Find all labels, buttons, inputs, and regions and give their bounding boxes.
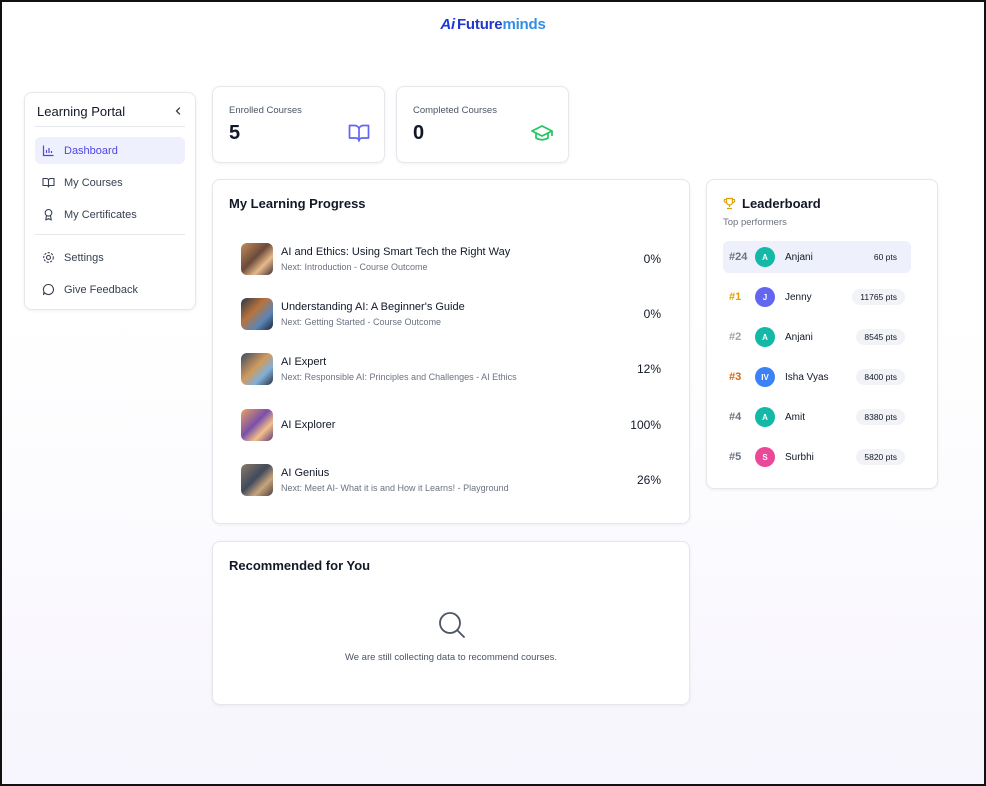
leaderboard-row: #3 IV Isha Vyas 8400 pts [723, 361, 911, 393]
avatar: A [755, 247, 775, 267]
logo-text-minds: minds [502, 16, 546, 33]
course-thumbnail [241, 464, 273, 496]
search-icon [437, 610, 467, 645]
rank: #5 [729, 451, 742, 463]
points-badge: 11765 pts [852, 289, 905, 305]
player-name: Jenny [785, 291, 812, 303]
sidebar-title: Learning Portal [37, 104, 126, 119]
avatar: IV [755, 367, 775, 387]
top-bar: Ai Future minds [2, 16, 984, 34]
logo-ai-mark: Ai [440, 16, 455, 33]
course-next-lesson: Next: Responsible AI: Principles and Cha… [281, 372, 517, 382]
sidebar-item-label: My Certificates [64, 208, 137, 221]
sidebar-item-give-feedback[interactable]: Give Feedback [35, 276, 185, 303]
card-title: My Learning Progress [229, 196, 366, 211]
course-thumbnail [241, 409, 273, 441]
course-row-understanding-ai[interactable]: Understanding AI: A Beginner's Guide Nex… [241, 294, 661, 334]
course-name: AI Explorer [281, 419, 336, 431]
leaderboard-header: Leaderboard [723, 196, 921, 211]
book-open-icon [348, 123, 370, 148]
card-title: Recommended for You [229, 558, 371, 573]
rank: #4 [729, 411, 742, 423]
sidebar-divider [35, 234, 185, 235]
course-name: Understanding AI: A Beginner's Guide [281, 301, 465, 313]
avatar: J [755, 287, 775, 307]
message-icon [41, 283, 55, 297]
course-next-lesson: Next: Getting Started - Course Outcome [281, 317, 442, 327]
points-badge: 60 pts [873, 252, 897, 262]
points-badge: 8400 pts [856, 369, 905, 385]
gear-icon [41, 251, 55, 265]
stat-label: Enrolled Courses [229, 105, 302, 116]
avatar: A [755, 327, 775, 347]
logo-text-future: Future [456, 16, 503, 33]
sidebar-item-my-courses[interactable]: My Courses [35, 169, 185, 196]
sidebar-item-label: My Courses [64, 176, 123, 189]
points-badge: 8380 pts [856, 409, 905, 425]
course-progress-percent: 0% [643, 252, 661, 266]
player-name: Surbhi [785, 451, 814, 463]
stat-label: Completed Courses [413, 105, 497, 116]
sidebar-item-settings[interactable]: Settings [35, 244, 185, 271]
enrolled-courses-card: Enrolled Courses 5 [212, 86, 385, 163]
sidebar-item-label: Settings [64, 251, 104, 264]
course-row-ai-expert[interactable]: AI Expert Next: Responsible AI: Principl… [241, 349, 661, 389]
course-name: AI Expert [281, 356, 327, 368]
leaderboard-title: Leaderboard [742, 196, 821, 211]
rank: #2 [729, 331, 742, 343]
book-icon [41, 176, 55, 190]
course-name: AI and Ethics: Using Smart Tech the Righ… [281, 246, 511, 258]
points-badge: 8545 pts [856, 329, 905, 345]
course-name: AI Genius [281, 467, 330, 479]
course-row-ai-genius[interactable]: AI Genius Next: Meet AI- What it is and … [241, 460, 661, 500]
leaderboard-card: Leaderboard Top performers #24 A Anjani … [706, 179, 938, 489]
trophy-icon [723, 197, 736, 210]
sidebar-item-my-certificates[interactable]: My Certificates [35, 201, 185, 228]
course-progress-percent: 100% [630, 418, 661, 432]
course-row-ai-and-ethics[interactable]: AI and Ethics: Using Smart Tech the Righ… [241, 239, 661, 279]
sidebar-item-label: Give Feedback [64, 283, 138, 296]
course-progress-percent: 0% [643, 307, 661, 321]
course-thumbnail [241, 298, 273, 330]
sidebar: Learning Portal Dashboard My Courses My … [24, 92, 196, 310]
sidebar-item-dashboard[interactable]: Dashboard [35, 137, 185, 164]
course-progress-percent: 12% [636, 362, 661, 376]
points-badge: 5820 pts [856, 449, 905, 465]
course-thumbnail [241, 243, 273, 275]
rank: #24 [729, 251, 748, 263]
learning-progress-card: My Learning Progress AI and Ethics: Usin… [212, 179, 690, 524]
sidebar-header: Learning Portal [35, 103, 185, 127]
leaderboard-row-current-user: #24 A Anjani 60 pts [723, 241, 911, 273]
rank: #1 [729, 291, 742, 303]
completed-courses-card: Completed Courses 0 [396, 86, 569, 163]
course-next-lesson: Next: Meet AI- What it is and How it Lea… [281, 483, 509, 493]
sidebar-item-label: Dashboard [64, 144, 118, 157]
player-name: Anjani [785, 331, 813, 343]
avatar: A [755, 407, 775, 427]
futureminds-logo[interactable]: Ai Future minds [440, 16, 545, 33]
leaderboard-row: #1 J Jenny 11765 pts [723, 281, 911, 313]
recommended-card: Recommended for You We are still collect… [212, 541, 690, 705]
course-thumbnail [241, 353, 273, 385]
graduation-cap-icon [530, 123, 554, 148]
player-name: Anjani [785, 251, 813, 263]
leaderboard-row: #4 A Amit 8380 pts [723, 401, 911, 433]
course-next-lesson: Next: Introduction - Course Outcome [281, 262, 428, 272]
leaderboard-row: #2 A Anjani 8545 pts [723, 321, 911, 353]
chevron-left-icon[interactable] [173, 105, 183, 119]
course-row-ai-explorer[interactable]: AI Explorer 100% [241, 405, 661, 445]
leaderboard-row: #5 S Surbhi 5820 pts [723, 441, 911, 473]
avatar: S [755, 447, 775, 467]
course-progress-percent: 26% [636, 473, 661, 487]
award-icon [41, 208, 55, 222]
leaderboard-subtitle: Top performers [723, 217, 787, 228]
empty-state-text: We are still collecting data to recommen… [344, 652, 558, 663]
bar-chart-icon [41, 144, 55, 158]
rank: #3 [729, 371, 742, 383]
player-name: Isha Vyas [785, 371, 829, 383]
player-name: Amit [785, 411, 805, 423]
